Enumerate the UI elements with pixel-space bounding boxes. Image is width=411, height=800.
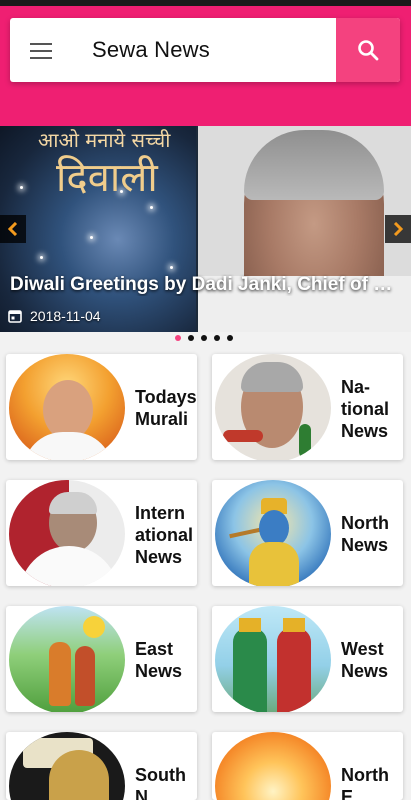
category-label: North News — [341, 513, 389, 555]
carousel-prev-button[interactable] — [0, 215, 26, 243]
search-button[interactable] — [336, 18, 400, 82]
category-card-north-east-news[interactable]: North E... — [212, 732, 403, 800]
category-card-todays-murali[interactable]: Todays Murali — [6, 354, 197, 460]
category-thumbnail — [9, 732, 125, 800]
chevron-left-icon — [7, 222, 18, 236]
category-thumbnail — [215, 354, 331, 460]
app-bar: Sewa News — [0, 6, 411, 126]
hamburger-menu-icon[interactable] — [24, 34, 56, 66]
category-thumbnail — [9, 354, 125, 460]
category-thumbnail — [215, 606, 331, 712]
category-thumbnail — [9, 606, 125, 712]
carousel-dot[interactable] — [214, 335, 220, 341]
search-icon — [358, 40, 379, 61]
category-card-west-news[interactable]: West News — [212, 606, 403, 712]
search-bar[interactable]: Sewa News — [10, 18, 400, 82]
calendar-icon — [8, 310, 22, 323]
category-thumbnail — [215, 732, 331, 800]
category-label: Na-tional News — [341, 377, 389, 441]
news-carousel[interactable]: आओ मनाये सच्ची दिवाली Diwali Greetings b… — [0, 126, 411, 332]
category-label: East News — [135, 639, 183, 681]
carousel-dot[interactable] — [201, 335, 207, 341]
category-card-national-news[interactable]: Na-tional News — [212, 354, 403, 460]
slide-hindi-line2: दिवाली — [56, 155, 158, 201]
category-label: Todays Murali — [135, 387, 197, 429]
category-label: North E... — [341, 765, 389, 800]
carousel-dot[interactable] — [175, 335, 181, 341]
carousel-dot[interactable] — [227, 335, 233, 341]
category-label: West News — [341, 639, 389, 681]
category-label: South N... — [135, 765, 186, 800]
category-card-east-news[interactable]: East News — [6, 606, 197, 712]
carousel-next-button[interactable] — [385, 215, 411, 243]
slide-caption[interactable]: Diwali Greetings by Dadi Janki, Chief of… — [10, 274, 402, 296]
app-title: Sewa News — [92, 37, 210, 62]
carousel-indicator — [175, 335, 233, 341]
slide-image-portrait — [198, 126, 411, 332]
category-thumbnail — [9, 480, 125, 586]
slide-date-row: 2018-11-04 — [8, 308, 101, 324]
slide-image-diwali: आओ मनाये सच्ची दिवाली — [0, 126, 196, 332]
slide-date: 2018-11-04 — [30, 308, 101, 324]
category-card-north-news[interactable]: North News — [212, 480, 403, 586]
carousel-dot[interactable] — [188, 335, 194, 341]
category-card-international-news[interactable]: Intern ational News — [6, 480, 197, 586]
category-thumbnail — [215, 480, 331, 586]
chevron-right-icon — [393, 222, 404, 236]
category-card-south-news[interactable]: South N... — [6, 732, 197, 800]
category-label: Intern ational News — [135, 503, 194, 567]
